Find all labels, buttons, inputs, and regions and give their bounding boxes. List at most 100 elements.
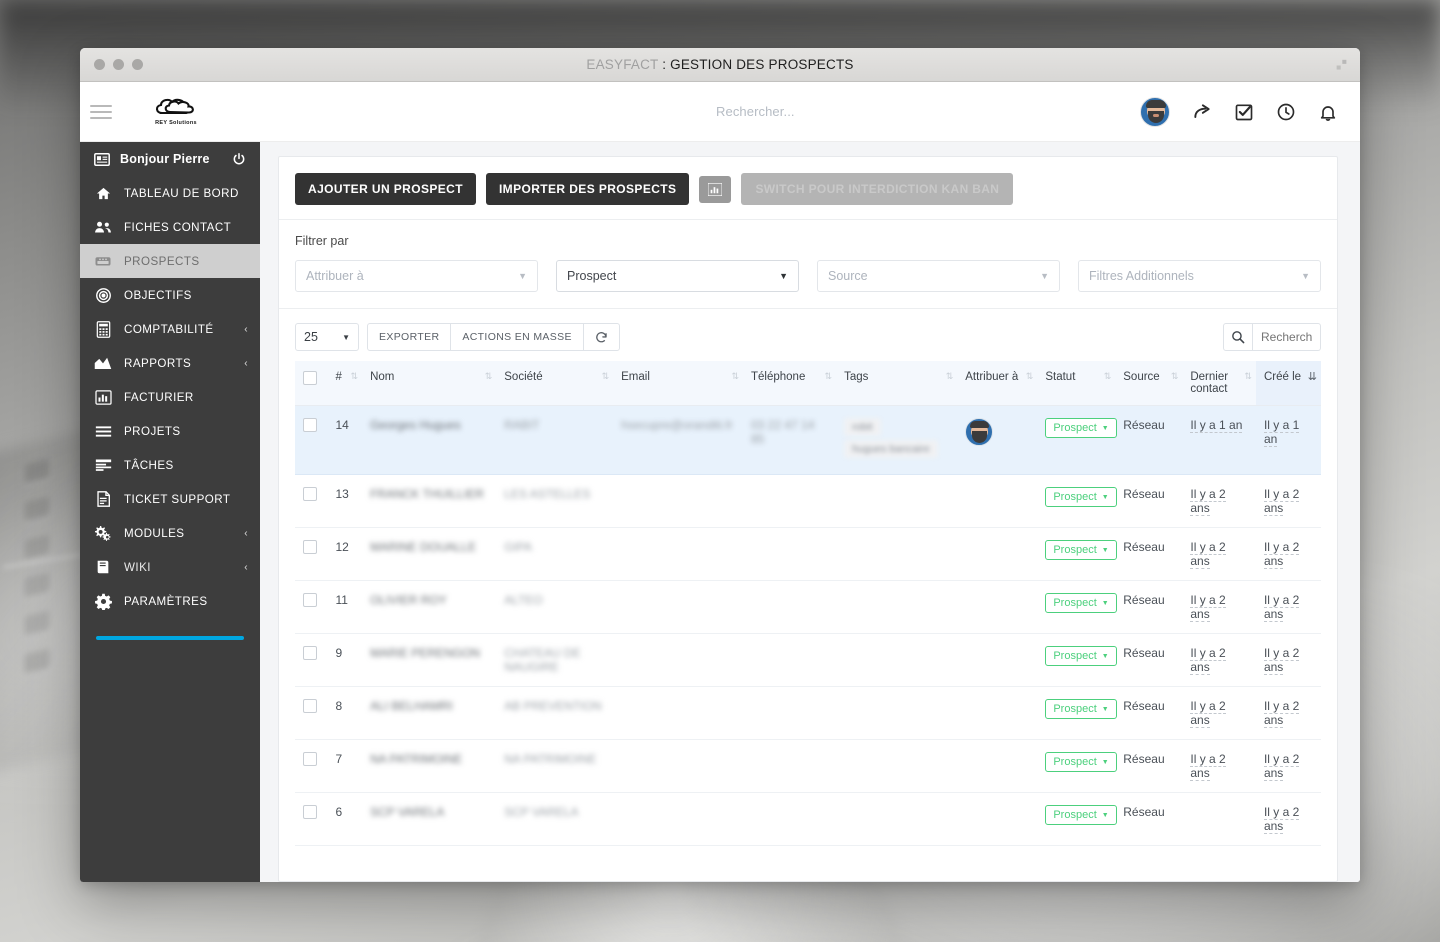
sidebar-item-facturier[interactable]: FACTURIER (80, 380, 260, 414)
column-header-cree-le[interactable]: Créé le ⇊ (1255, 361, 1321, 406)
prospect-name: NA PATRIMOINE (370, 752, 463, 766)
row-checkbox[interactable] (303, 487, 317, 501)
sort-handle-icon[interactable]: ⇅ (825, 372, 833, 381)
status-badge[interactable]: Prospect ▼ (1045, 540, 1117, 560)
sidebar-item-label: COMPTABILITÉ (124, 322, 214, 336)
tag-chip[interactable]: robit (844, 418, 881, 436)
cell-email (613, 792, 743, 846)
sort-handle-icon[interactable]: ⇅ (1026, 372, 1034, 381)
status-badge[interactable]: Prospect ▼ (1045, 487, 1117, 507)
sidebar-item-tableau-de-bord[interactable]: TABLEAU DE BORD (80, 176, 260, 210)
table-row[interactable]: 8 ALI BELHAMRI AB PREVENTION Prospect ▼ R… (295, 686, 1321, 740)
table-row[interactable]: 13 FRANCK THUILLIER LES ASTELLES Prospec… (295, 474, 1321, 528)
column-header-telephone[interactable]: Téléphone ⇅ (743, 361, 837, 406)
app-logo[interactable]: REY Solutions (130, 97, 222, 126)
filter-source-select[interactable]: Source ▼ (817, 260, 1060, 292)
sidebar-item-parametres[interactable]: PARAMÈTRES (80, 584, 260, 618)
sidebar-item-taches[interactable]: TÂCHES (80, 448, 260, 482)
table-search-input[interactable] (1253, 323, 1321, 351)
sort-handle-icon[interactable]: ⇅ (1171, 372, 1179, 381)
sidebar-item-wiki[interactable]: WIKI ‹ (80, 550, 260, 584)
app-top-bar: REY Solutions Rechercher... (80, 82, 1360, 142)
row-checkbox[interactable] (303, 540, 317, 554)
row-checkbox[interactable] (303, 699, 317, 713)
cell-tags: robit hugues bancaire (836, 405, 958, 475)
column-header-num[interactable]: # ⇅ (327, 361, 363, 406)
user-avatar[interactable] (1140, 96, 1170, 127)
sidebar-scroll-indicator[interactable] (96, 636, 244, 640)
add-prospect-button[interactable]: AJOUTER UN PROSPECT (295, 173, 476, 205)
tag-chip[interactable]: hugues bancaire (844, 440, 938, 458)
last-contact-value: Il y a 2 ans (1190, 646, 1226, 675)
status-badge[interactable]: Prospect ▼ (1045, 752, 1117, 772)
column-header-source[interactable]: Source ⇅ (1115, 361, 1183, 406)
select-all-checkbox[interactable] (303, 371, 317, 385)
row-checkbox[interactable] (303, 593, 317, 607)
prospect-company: CHATEAU DE NAUGIRE (504, 646, 581, 674)
clock-icon[interactable] (1276, 102, 1296, 122)
window-resize-icon[interactable] (1335, 59, 1348, 72)
column-header-nom[interactable]: Nom ⇅ (362, 361, 497, 406)
sidebar-item-comptabilite[interactable]: COMPTABILITÉ ‹ (80, 312, 260, 346)
filter-attribuer-a-select[interactable]: Attribuer à ▼ (295, 260, 538, 292)
column-header-tags[interactable]: Tags ⇅ (836, 361, 958, 406)
row-checkbox[interactable] (303, 805, 317, 819)
sidebar-item-modules[interactable]: MODULES ‹ (80, 516, 260, 550)
refresh-button[interactable] (582, 323, 620, 351)
assigned-user-avatar[interactable] (965, 418, 994, 446)
sort-handle-icon[interactable]: ⇅ (485, 372, 493, 381)
global-search-input[interactable]: Rechercher... (716, 104, 795, 119)
share-icon[interactable] (1192, 102, 1212, 122)
sidebar-item-fiches-contact[interactable]: FICHES CONTACT (80, 210, 260, 244)
table-search-button[interactable] (1223, 323, 1253, 351)
page-size-select[interactable]: 25 ▼ (295, 323, 359, 351)
column-header-societe[interactable]: Société ⇅ (496, 361, 614, 406)
chart-view-button[interactable] (699, 175, 732, 203)
chevron-down-icon: ▼ (1101, 493, 1109, 501)
table-row[interactable]: 9 MARIE PERENGON CHATEAU DE NAUGIRE Pros… (295, 633, 1321, 687)
app-body: Bonjour Pierre TABLEAU DE BORD FICHES CO… (80, 142, 1360, 882)
row-checkbox[interactable] (303, 752, 317, 766)
sort-handle-icon[interactable]: ⇅ (602, 372, 610, 381)
status-badge[interactable]: Prospect ▼ (1045, 593, 1117, 613)
table-row[interactable]: 12 MARINE DOUALLE GIPA Prospect ▼ Réseau … (295, 527, 1321, 581)
table-row[interactable]: 14 Georges Hugues RABIT hsecupre@orandit… (295, 405, 1321, 475)
status-badge[interactable]: Prospect ▼ (1045, 418, 1117, 438)
sidebar-item-rapports[interactable]: RAPPORTS ‹ (80, 346, 260, 380)
bulk-actions-button[interactable]: ACTIONS EN MASSE (450, 323, 584, 351)
row-checkbox[interactable] (303, 646, 317, 660)
filter-prospect-select[interactable]: Prospect ▼ (556, 260, 799, 292)
status-badge[interactable]: Prospect ▼ (1045, 646, 1117, 666)
sort-handle-icon[interactable]: ⇅ (731, 372, 739, 381)
column-header-attribuer-a[interactable]: Attribuer à ⇅ (957, 361, 1038, 406)
import-prospects-button[interactable]: IMPORTER DES PROSPECTS (485, 173, 690, 205)
sort-handle-icon[interactable]: ⇅ (946, 372, 954, 381)
status-badge[interactable]: Prospect ▼ (1045, 699, 1117, 719)
cloud-logo-icon (155, 98, 194, 115)
sidebar-item-ticket-support[interactable]: TICKET SUPPORT (80, 482, 260, 516)
prospect-company: LES ASTELLES (504, 487, 591, 501)
table-row[interactable]: 7 NA PATRIMOINE NA PATRIMOINE Prospect ▼ … (295, 739, 1321, 793)
sidebar-item-prospects[interactable]: PROSPECTS (80, 244, 260, 278)
logout-power-icon[interactable] (232, 152, 246, 166)
sort-handle-icon[interactable]: ⇅ (351, 372, 359, 381)
sidebar-item-objectifs[interactable]: OBJECTIFS (80, 278, 260, 312)
column-label: Dernier contact (1190, 371, 1229, 395)
switch-kanban-button[interactable]: SWITCH POUR INTERDICTION KAN BAN (741, 173, 1014, 205)
column-header-statut[interactable]: Statut ⇅ (1037, 361, 1116, 406)
sort-active-icon[interactable]: ⇊ (1308, 372, 1317, 383)
table-row[interactable]: 6 SCP VARELA SCP VARELA Prospect ▼ Réseau… (295, 792, 1321, 846)
tasks-icon[interactable] (1234, 102, 1254, 122)
export-button[interactable]: EXPORTER (367, 323, 452, 351)
table-row[interactable]: 11 OLIVIER ROY ALTEO Prospect ▼ Réseau Il… (295, 580, 1321, 634)
column-header-email[interactable]: Email ⇅ (613, 361, 743, 406)
row-checkbox[interactable] (303, 418, 317, 432)
sidebar-item-projets[interactable]: PROJETS (80, 414, 260, 448)
status-badge[interactable]: Prospect ▼ (1045, 805, 1117, 825)
sort-handle-icon[interactable]: ⇅ (1244, 372, 1252, 381)
menu-toggle-button[interactable] (90, 101, 112, 123)
sort-handle-icon[interactable]: ⇅ (1104, 372, 1112, 381)
filter-additionnels-select[interactable]: Filtres Additionnels ▼ (1078, 260, 1321, 292)
bell-icon[interactable] (1318, 102, 1338, 122)
column-header-dernier-contact[interactable]: Dernier contact ⇅ (1182, 361, 1256, 406)
